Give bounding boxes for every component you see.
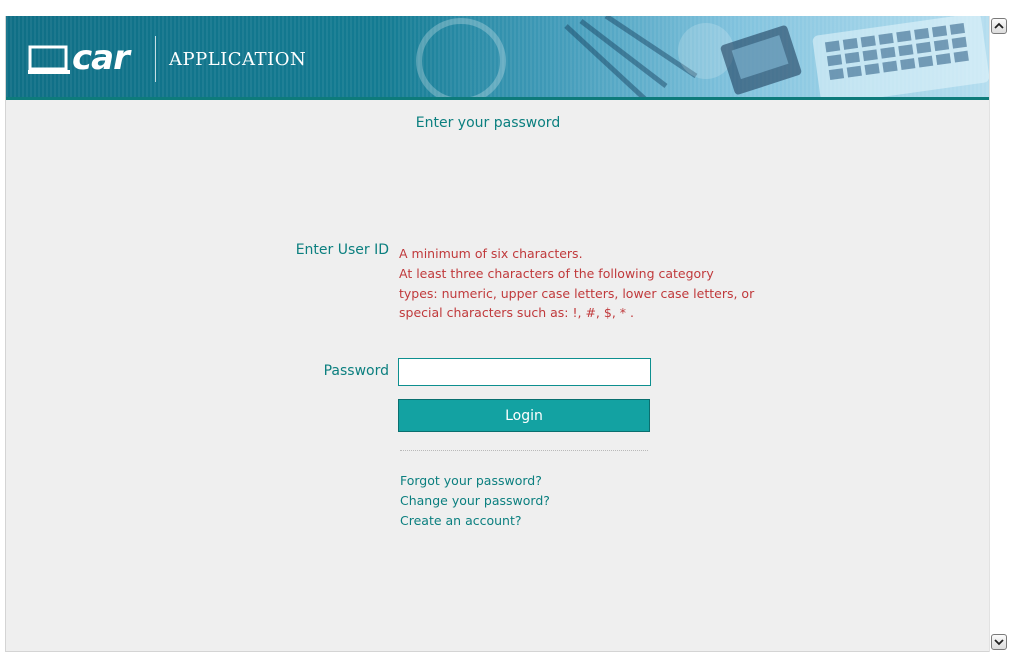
brand-logo-text: car <box>72 38 130 78</box>
chevron-up-icon <box>994 22 1004 29</box>
password-field[interactable] <box>398 358 651 386</box>
create-account-link[interactable]: Create an account? <box>400 511 550 531</box>
forgot-password-link[interactable]: Forgot your password? <box>400 471 550 491</box>
divider <box>400 450 648 451</box>
scroll-down-button[interactable] <box>991 634 1007 650</box>
password-rule: A minimum of six characters. <box>399 246 583 261</box>
scroll-up-button[interactable] <box>991 18 1007 34</box>
page-viewport: car APPLICATION Enter your password Ente… <box>5 16 990 652</box>
logo-divider <box>155 36 156 82</box>
page-title: Enter your password <box>415 115 561 131</box>
password-rule: types: numeric, upper case letters, lowe… <box>399 285 755 301</box>
password-rule: special characters such as: !, #, $, * . <box>399 305 634 321</box>
header-banner: car APPLICATION <box>6 16 990 100</box>
password-label: Password <box>323 363 389 379</box>
monitor-logo-icon <box>28 45 70 74</box>
change-password-link[interactable]: Change your password? <box>400 491 550 511</box>
app-label: APPLICATION <box>169 49 307 70</box>
chevron-down-icon <box>994 639 1004 646</box>
vertical-scrollbar[interactable] <box>989 16 1007 652</box>
password-rule: At least three characters of the followi… <box>399 265 714 281</box>
user-id-label: Enter User ID <box>295 242 389 258</box>
login-button[interactable]: Login <box>398 399 650 432</box>
account-links: Forgot your password? Change your passwo… <box>400 471 550 530</box>
password-rules: A minimum of six characters. At least th… <box>399 244 779 323</box>
banner-background-image <box>6 16 990 97</box>
